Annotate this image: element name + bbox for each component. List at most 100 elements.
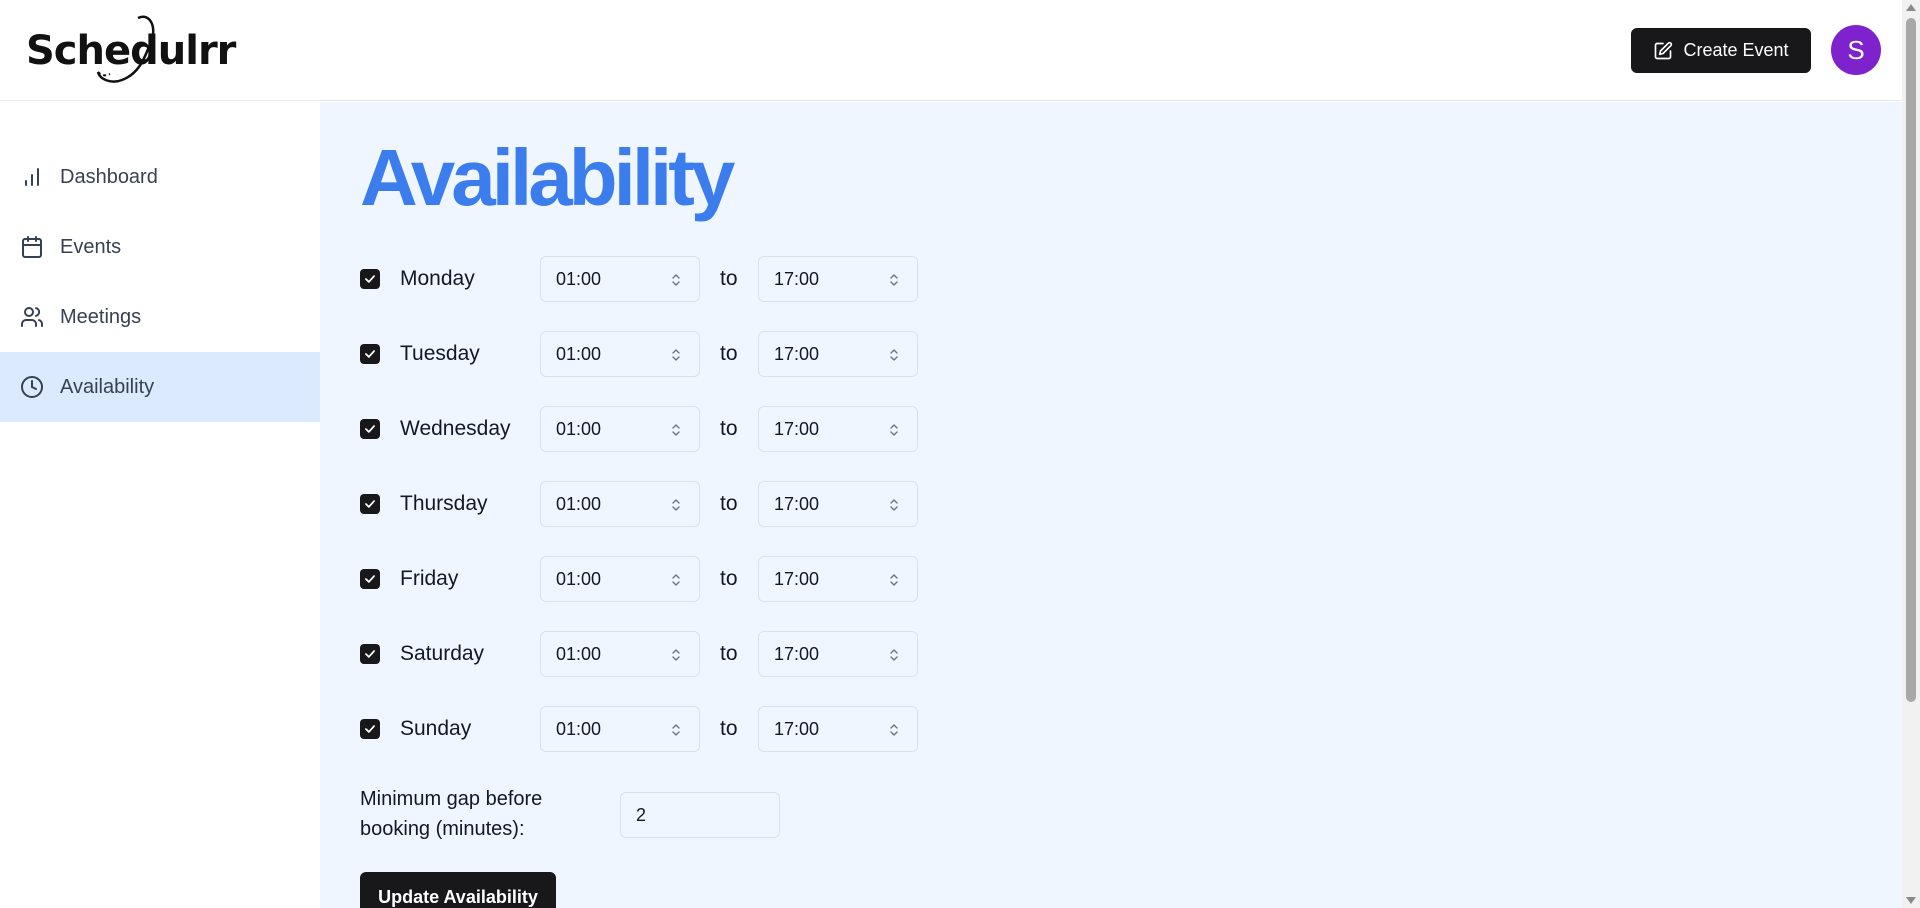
scroll-up-arrow-icon[interactable]: [1906, 4, 1916, 11]
end-time-select[interactable]: 17:00: [758, 406, 918, 452]
sidebar-item-label: Events: [60, 235, 122, 258]
start-time-select[interactable]: 01:00: [540, 256, 700, 302]
day-checkbox[interactable]: [360, 569, 380, 589]
to-label: to: [720, 567, 738, 590]
day-row-friday: Friday 01:00 to 17:00: [360, 556, 920, 602]
sidebar-item-dashboard[interactable]: Dashboard: [0, 142, 320, 212]
end-time-select[interactable]: 17:00: [758, 556, 918, 602]
sidebar-item-label: Dashboard: [60, 165, 158, 188]
sidebar-item-label: Meetings: [60, 305, 142, 328]
to-label: to: [720, 717, 738, 740]
chevron-updown-icon: [672, 274, 680, 286]
main-content: Availability Monday 01:00 to 17:00 Tuesday 01…: [320, 102, 1902, 908]
update-availability-button[interactable]: Update Availability: [360, 872, 556, 908]
start-time-select[interactable]: 01:00: [540, 406, 700, 452]
logo[interactable]: Schedulrr: [26, 14, 236, 88]
day-row-saturday: Saturday 01:00 to 17:00: [360, 631, 920, 677]
day-checkbox[interactable]: [360, 644, 380, 664]
to-label: to: [720, 267, 738, 290]
chevron-updown-icon: [890, 274, 898, 286]
chevron-updown-icon: [672, 349, 680, 361]
end-time-value: 17:00: [774, 493, 820, 514]
edit-icon: [1655, 41, 1673, 59]
day-label: Saturday: [400, 642, 485, 665]
sidebar-item-meetings[interactable]: Meetings: [0, 282, 320, 352]
create-event-label: Create Event: [1683, 40, 1789, 60]
sidebar: Dashboard Events Meetings Availability: [0, 102, 320, 908]
chevron-updown-icon: [890, 499, 898, 511]
to-label: to: [720, 342, 738, 365]
check-icon: [365, 650, 375, 658]
day-row-tuesday: Tuesday 01:00 to 17:00: [360, 331, 920, 377]
chevron-updown-icon: [890, 724, 898, 736]
end-time-select[interactable]: 17:00: [758, 706, 918, 752]
check-icon: [365, 500, 375, 508]
avatar[interactable]: S: [1831, 25, 1881, 75]
day-checkbox[interactable]: [360, 344, 380, 364]
end-time-select[interactable]: 17:00: [758, 481, 918, 527]
chevron-updown-icon: [672, 499, 680, 511]
scrollbar[interactable]: [1902, 0, 1920, 908]
sidebar-item-label: Availability: [60, 375, 155, 398]
day-row-sunday: Sunday 01:00 to 17:00: [360, 706, 920, 752]
start-time-value: 01:00: [556, 418, 602, 439]
bar-chart-icon: [25, 168, 39, 186]
chevron-updown-icon: [672, 424, 680, 436]
end-time-value: 17:00: [774, 418, 820, 439]
start-time-select[interactable]: 01:00: [540, 631, 700, 677]
day-row-thursday: Thursday 01:00 to 17:00: [360, 481, 920, 527]
scroll-thumb[interactable]: [1906, 18, 1916, 702]
end-time-select[interactable]: 17:00: [758, 631, 918, 677]
chevron-updown-icon: [890, 424, 898, 436]
end-time-value: 17:00: [774, 268, 820, 289]
users-icon: [21, 307, 44, 327]
min-gap-input[interactable]: 2: [620, 792, 780, 838]
start-time-value: 01:00: [556, 268, 602, 289]
day-label: Monday: [400, 267, 475, 290]
sidebar-item-events[interactable]: Events: [0, 212, 320, 282]
start-time-value: 01:00: [556, 568, 602, 589]
check-icon: [365, 350, 375, 358]
end-time-select[interactable]: 17:00: [758, 331, 918, 377]
end-time-value: 17:00: [774, 718, 820, 739]
start-time-select[interactable]: 01:00: [540, 481, 700, 527]
create-event-button[interactable]: Create Event: [1631, 28, 1811, 73]
scroll-down-arrow-icon[interactable]: [1906, 897, 1916, 904]
day-checkbox[interactable]: [360, 719, 380, 739]
to-label: to: [720, 642, 738, 665]
page-title: Availability: [360, 133, 735, 222]
start-time-value: 01:00: [556, 718, 602, 739]
chevron-updown-icon: [672, 574, 680, 586]
start-time-select[interactable]: 01:00: [540, 331, 700, 377]
day-checkbox[interactable]: [360, 269, 380, 289]
start-time-select[interactable]: 01:00: [540, 706, 700, 752]
to-label: to: [720, 417, 738, 440]
day-checkbox[interactable]: [360, 419, 380, 439]
avatar-initial: S: [1847, 34, 1865, 65]
start-time-select[interactable]: 01:00: [540, 556, 700, 602]
logo-swirl-icon: [96, 15, 155, 83]
day-label: Friday: [400, 567, 459, 590]
end-time-select[interactable]: 17:00: [758, 256, 918, 302]
check-icon: [365, 275, 375, 283]
chevron-updown-icon: [890, 574, 898, 586]
chevron-updown-icon: [890, 649, 898, 661]
end-time-value: 17:00: [774, 643, 820, 664]
chevron-updown-icon: [890, 349, 898, 361]
app-header: Schedulrr Create Event S: [0, 0, 1902, 101]
start-time-value: 01:00: [556, 493, 602, 514]
check-icon: [365, 575, 375, 583]
chevron-updown-icon: [672, 649, 680, 661]
start-time-value: 01:00: [556, 643, 602, 664]
sidebar-item-availability[interactable]: Availability: [0, 352, 320, 422]
min-gap-value: 2: [636, 804, 647, 825]
start-time-value: 01:00: [556, 343, 602, 364]
update-availability-label: Update Availability: [378, 886, 538, 907]
day-row-wednesday: Wednesday 01:00 to 17:00: [360, 406, 920, 452]
to-label: to: [720, 492, 738, 515]
day-label: Thursday: [400, 492, 488, 515]
chevron-updown-icon: [672, 724, 680, 736]
day-checkbox[interactable]: [360, 494, 380, 514]
check-icon: [365, 425, 375, 433]
day-label: Wednesday: [400, 417, 511, 440]
